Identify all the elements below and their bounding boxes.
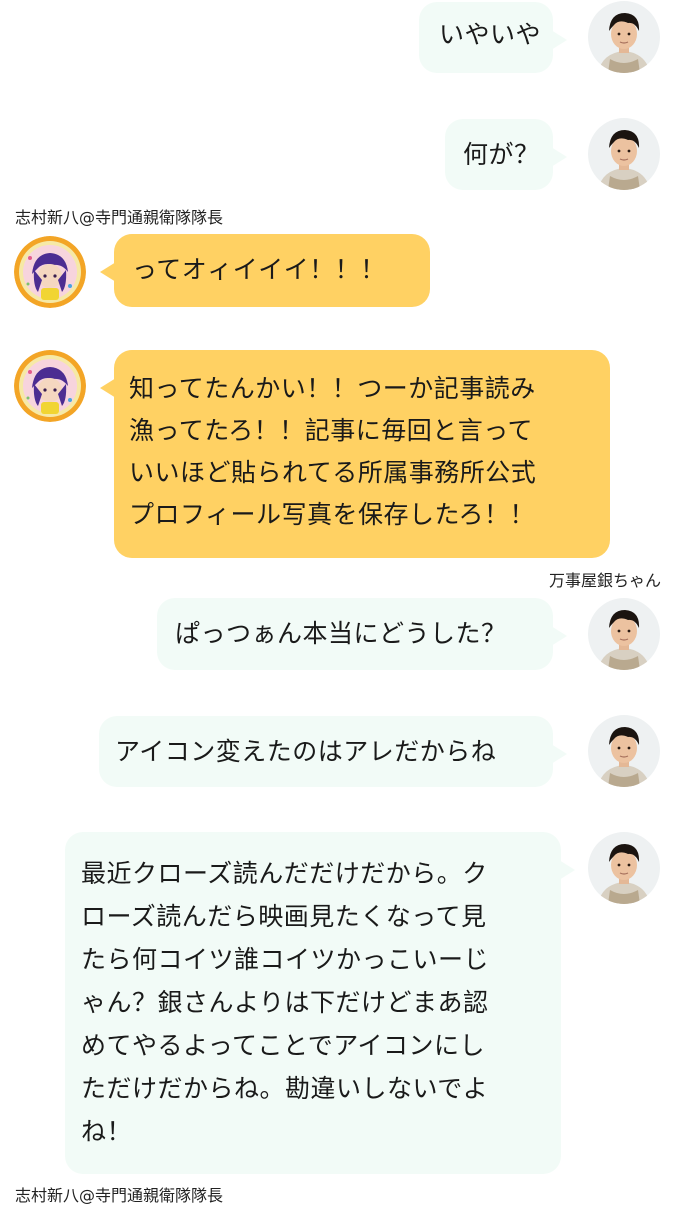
my-avatar-icon[interactable] <box>588 118 660 190</box>
message-text-line: プロフィール写真を保存したろ！！ <box>129 500 536 529</box>
message-text-line: ね！ <box>81 1117 133 1146</box>
anime-character-badge-icon <box>14 350 86 422</box>
sender-name: 志村新八@寺門通親衛隊隊長 <box>15 208 224 227</box>
message-bubble-mine[interactable]: 最近クローズ読んだだけだから。ク ローズ読んだら映画見たくなって見 たら何コイツ… <box>65 832 575 1174</box>
message-text-line: ローズ読んだら映画見たくなって見 <box>81 902 487 931</box>
message-bubble-theirs[interactable]: 知ってたんかい！！つーか記事読み 漁ってたろ！！記事に毎回と言って いいほど貼ら… <box>100 350 610 558</box>
message-bubble-mine[interactable]: いやいや <box>419 2 567 73</box>
male-actor-portrait-icon <box>588 598 660 670</box>
message-bubble-mine[interactable]: ぱっつぁん本当にどうした？ <box>157 598 567 670</box>
male-actor-portrait-icon <box>588 715 660 787</box>
message-text: ぱっつぁん本当にどうした？ <box>175 619 507 648</box>
chat-thread: いやいや 何が？ 志村新八@寺門通親衛隊隊長 ってオィイイイ！！！ 知ってたんか… <box>0 0 675 1205</box>
message-text-line: めてやるよってことでアイコンにし <box>81 1031 486 1060</box>
message-text-line: 最近クローズ読んだだけだから。ク <box>81 859 488 888</box>
message-text-line: 漁ってたろ！！記事に毎回と言って <box>129 416 534 445</box>
message-bubble-mine[interactable]: 何が？ <box>445 119 567 190</box>
message-bubble-theirs[interactable]: ってオィイイイ！！！ <box>100 234 430 307</box>
their-avatar-icon[interactable] <box>14 236 86 308</box>
male-actor-portrait-icon <box>588 118 660 190</box>
message-text-line: ただけだからね。勘違いしないでよ <box>81 1074 489 1103</box>
anime-character-badge-icon <box>14 236 86 308</box>
sender-name: 志村新八@寺門通親衛隊隊長 <box>15 1186 224 1205</box>
my-avatar-icon[interactable] <box>588 1 660 73</box>
their-avatar-icon[interactable] <box>14 350 86 422</box>
message-text: アイコン変えたのはアレだからね <box>115 737 497 766</box>
sender-name: 万事屋銀ちゃん <box>548 571 661 590</box>
message-text-line: いいほど貼られてる所属事務所公式 <box>129 458 537 487</box>
message-text-line: 知ってたんかい！！つーか記事読み <box>129 374 536 403</box>
my-avatar-icon[interactable] <box>588 715 660 787</box>
my-avatar-icon[interactable] <box>588 832 660 904</box>
male-actor-portrait-icon <box>588 1 660 73</box>
message-text: いやいや <box>439 20 542 49</box>
message-text: ってオィイイイ！！！ <box>132 255 386 284</box>
message-text-line: たら何コイツ誰コイツかっこいーじ <box>81 945 490 974</box>
message-bubble-mine[interactable]: アイコン変えたのはアレだからね <box>99 716 567 787</box>
male-actor-portrait-icon <box>588 832 660 904</box>
my-avatar-icon[interactable] <box>588 598 660 670</box>
message-text-line: ゃん？銀さんよりは下だけどまあ認 <box>81 988 489 1017</box>
message-text: 何が？ <box>463 140 540 169</box>
